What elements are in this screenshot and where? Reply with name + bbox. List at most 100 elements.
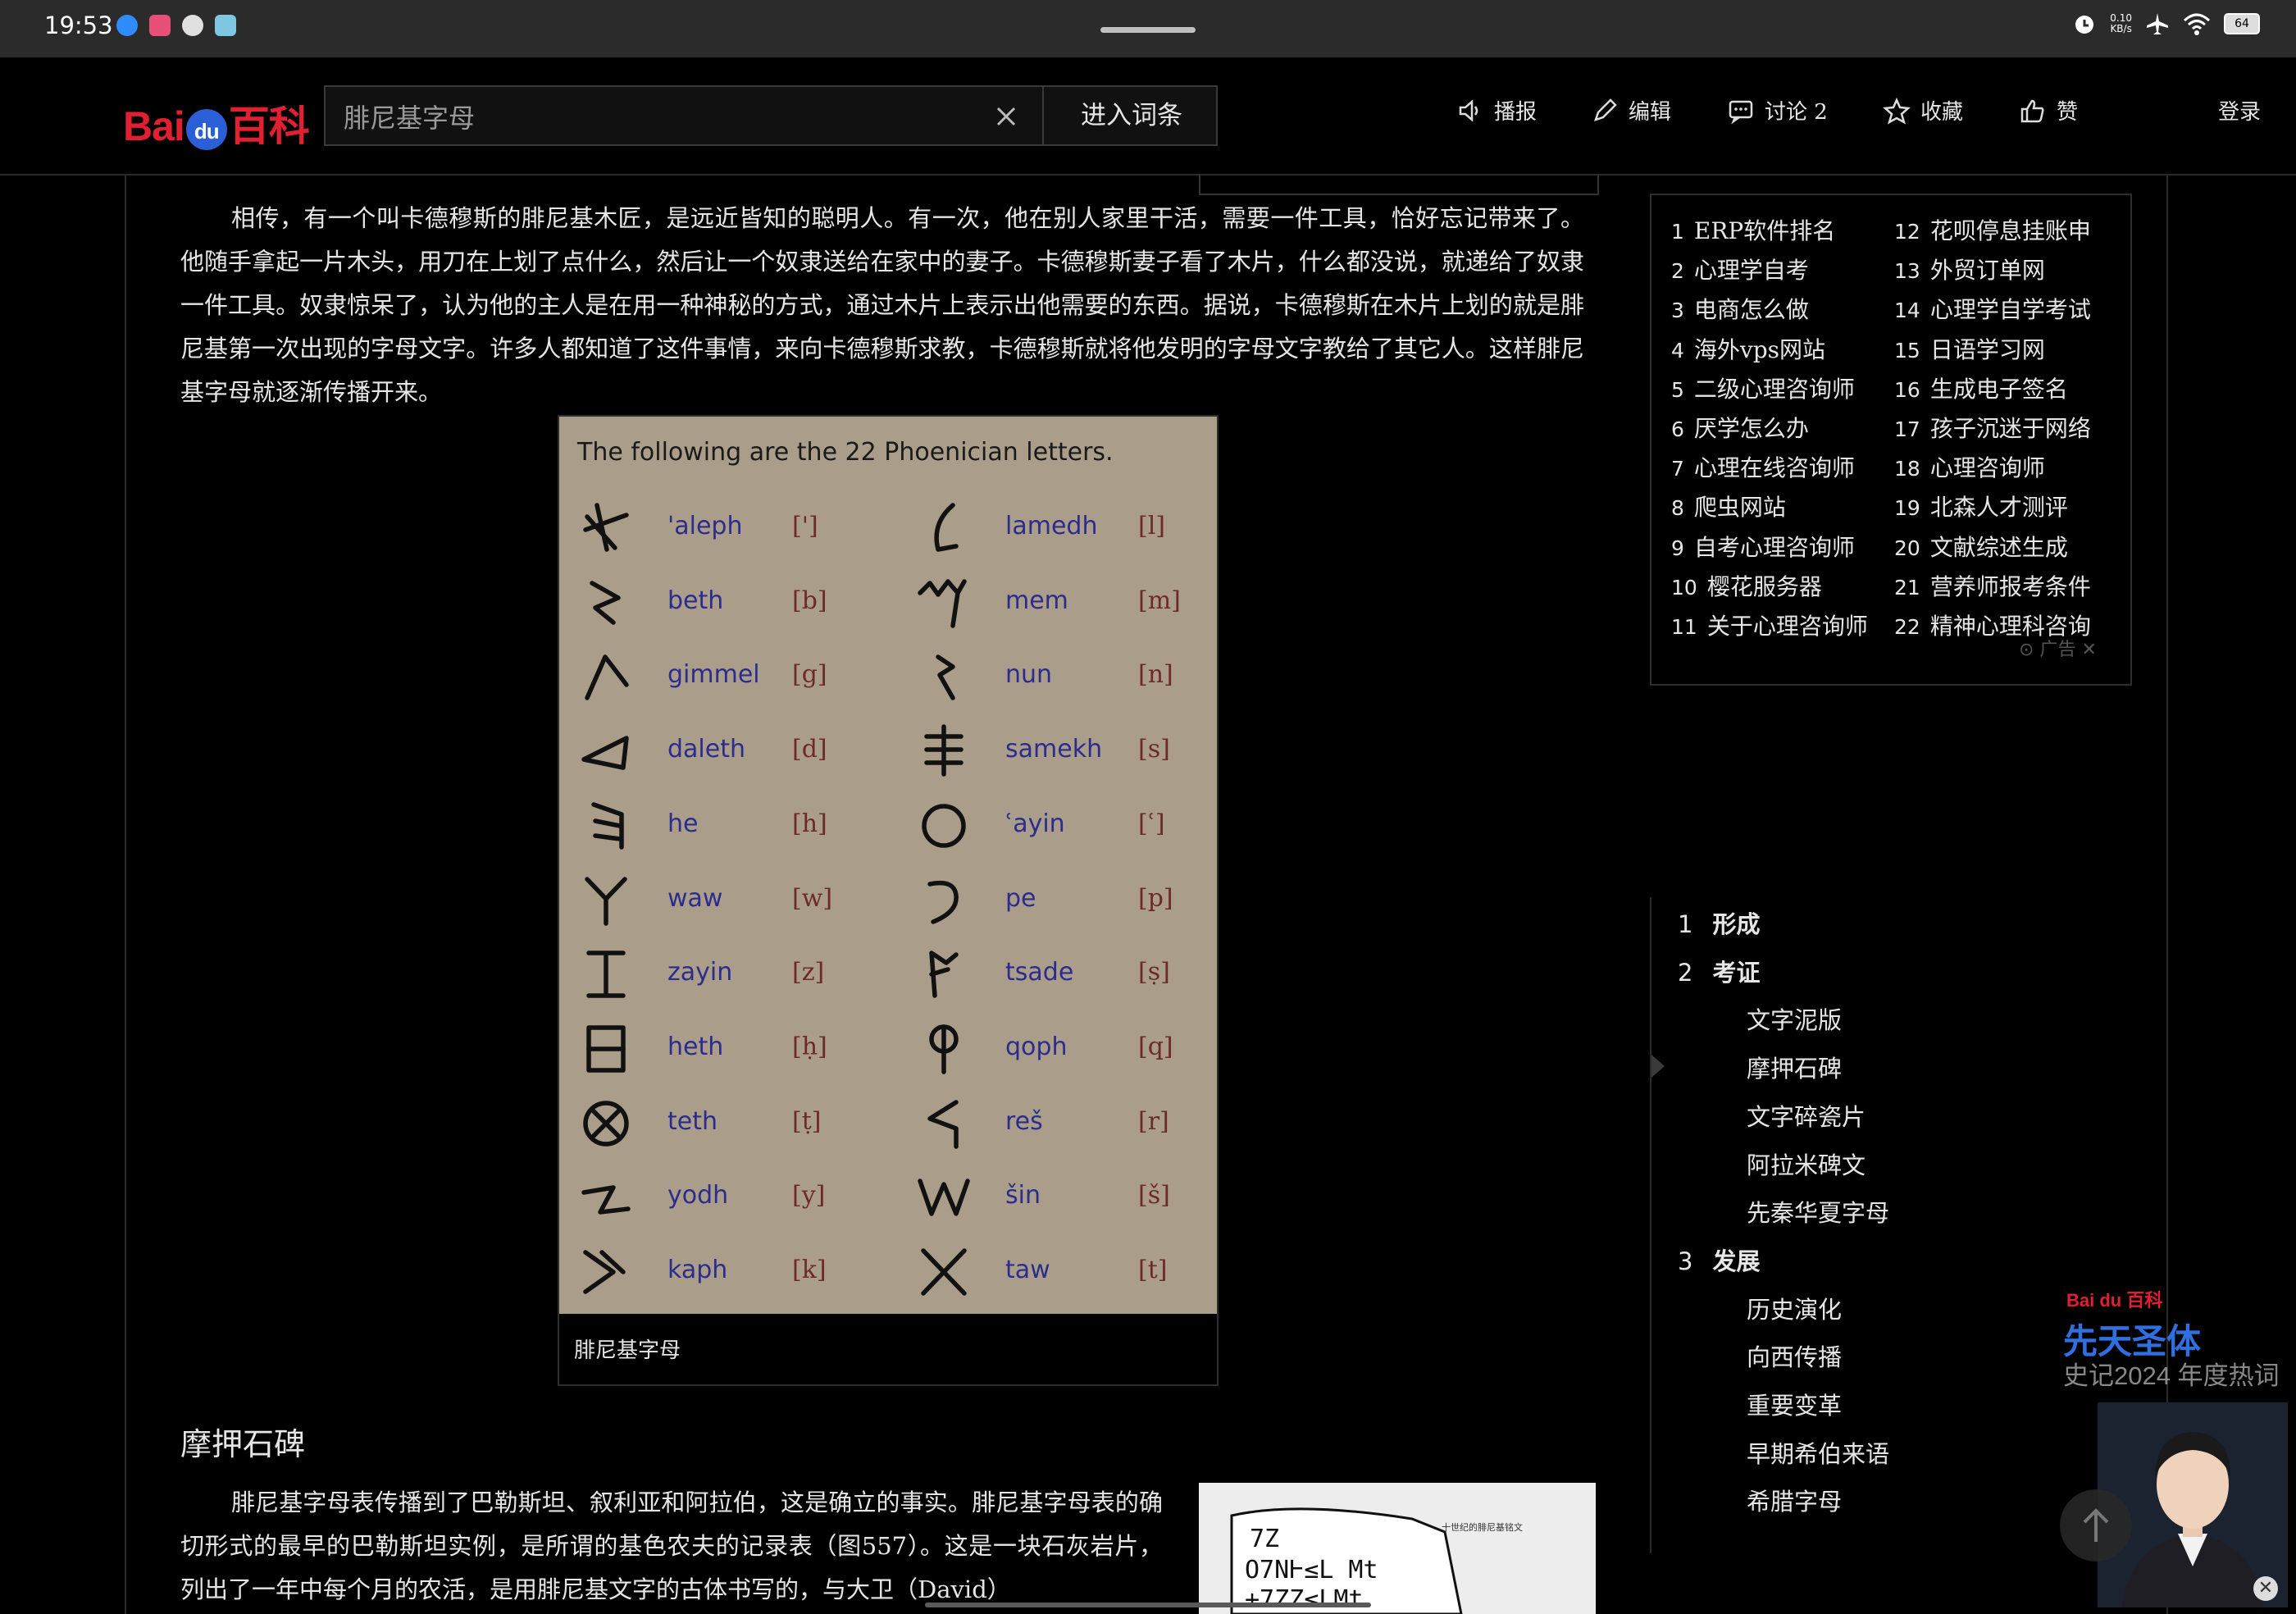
- favorite-button[interactable]: 收藏: [1883, 95, 1963, 125]
- toc-item-label: 历史演化: [1747, 1295, 1843, 1324]
- phoenician-letters-figure[interactable]: The following are the 22 Phoenician lett…: [558, 415, 1219, 1386]
- article-paragraph: 腓尼基字母表传播到了巴勒斯坦、叙利亚和阿拉伯，这是确立的事实。腓尼基字母表的确切…: [180, 1489, 1163, 1603]
- ad-item-text: 心理在线咨询师: [1693, 454, 1855, 482]
- letter-glyph: [924, 724, 963, 777]
- phoenician-letter-lamedh: lamedh [l]: [915, 499, 1202, 556]
- ad-item-number: 18: [1894, 457, 1920, 481]
- letter-sound: [k]: [792, 1256, 827, 1284]
- ad-item-text: 自考心理咨询师: [1693, 533, 1855, 561]
- toc-item-label: 摩押石碑: [1747, 1055, 1843, 1083]
- back-to-top-button[interactable]: [2060, 1489, 2132, 1562]
- toc-item-label: 希腊字母: [1747, 1488, 1843, 1516]
- promo-banner[interactable]: Bai du 百科 先天圣体 史记2024 年度热词: [2058, 1283, 2296, 1614]
- ad-item-number: 17: [1894, 417, 1920, 441]
- gesture-pill[interactable]: [1100, 27, 1196, 33]
- ad-keyword-item[interactable]: 3 电商怎么做: [1671, 292, 1809, 325]
- toc-item[interactable]: 阿拉米碑文: [1747, 1147, 1866, 1181]
- ad-keyword-item[interactable]: 13 外贸订单网: [1894, 253, 2045, 285]
- star-icon: [1883, 97, 1911, 125]
- letter-glyph: [581, 736, 629, 770]
- letter-sound: [w]: [792, 883, 833, 913]
- ad-item-number: 4: [1671, 338, 1684, 362]
- toc-item[interactable]: 重要变革: [1747, 1387, 1842, 1421]
- toc-item-label: 先秦华夏字母: [1747, 1199, 1890, 1228]
- close-promo-button[interactable]: ✕: [2253, 1576, 2278, 1601]
- letter-sound: [ṣ]: [1138, 958, 1170, 987]
- letter-glyph: [922, 804, 966, 848]
- letter-glyph: [591, 802, 624, 850]
- ad-keyword-item[interactable]: 5 二级心理咨询师: [1671, 372, 1855, 404]
- discuss-button[interactable]: 讨论 2: [1727, 95, 1828, 125]
- letter-glyph: [586, 1025, 626, 1073]
- login-link[interactable]: 登录: [2218, 95, 2261, 125]
- toc-item[interactable]: 文字泥版: [1747, 1001, 1842, 1036]
- toc-item[interactable]: 历史演化: [1747, 1291, 1842, 1325]
- ad-keyword-item[interactable]: 6 厌学怎么办: [1671, 411, 1809, 444]
- ad-item-text: ERP软件排名: [1693, 217, 1836, 244]
- toc-item[interactable]: 摩押石碑: [1747, 1050, 1842, 1084]
- toc-item[interactable]: 1 形成: [1678, 905, 1760, 940]
- toc-item[interactable]: 向西传播: [1747, 1338, 1842, 1373]
- toc-item[interactable]: 早期希伯来语: [1747, 1435, 1889, 1470]
- ad-keyword-item[interactable]: 14 心理学自学考试: [1894, 292, 2091, 325]
- ad-keyword-item[interactable]: 21 营养师报考条件: [1894, 569, 2091, 602]
- ad-keyword-item[interactable]: 11 关于心理咨询师: [1671, 609, 1868, 641]
- scroll-indicator: [925, 1603, 1371, 1607]
- ad-item-number: 9: [1671, 536, 1684, 560]
- ad-item-text: 日语学习网: [1929, 335, 2045, 363]
- edit-button[interactable]: 编辑: [1591, 95, 1671, 125]
- ad-keyword-item[interactable]: 8 爬虫网站: [1671, 490, 1786, 522]
- ad-keyword-item[interactable]: 18 心理咨询师: [1894, 450, 2045, 483]
- letter-name: reš: [1005, 1106, 1043, 1136]
- ad-keyword-item[interactable]: 2 心理学自考: [1671, 253, 1809, 285]
- baidu-baike-logo[interactable]: Bai du 百科: [123, 93, 310, 153]
- toc-item[interactable]: 希腊字母: [1747, 1483, 1842, 1517]
- letter-name: heth: [667, 1032, 724, 1061]
- phoenician-letters-image[interactable]: The following are the 22 Phoenician lett…: [559, 417, 1217, 1314]
- edit-label: 编辑: [1629, 100, 1672, 125]
- like-button[interactable]: 赞: [2019, 95, 2078, 125]
- ad-keyword-item[interactable]: 15 日语学习网: [1894, 332, 2045, 365]
- ad-keyword-item[interactable]: 7 心理在线咨询师: [1671, 450, 1855, 483]
- ad-keyword-item[interactable]: 19 北森人才测评: [1894, 490, 2068, 522]
- letter-glyph: [590, 580, 621, 625]
- ad-item-number: 11: [1671, 615, 1697, 639]
- phoenician-letter-tsade: tsade [ṣ]: [915, 945, 1202, 1002]
- toc-item[interactable]: 先秦华夏字母: [1747, 1194, 1889, 1229]
- letter-sound: [l]: [1138, 512, 1166, 540]
- ad-item-text: 孩子沉迷于网络: [1929, 415, 2091, 442]
- phoenician-letter-he: he [h]: [577, 796, 864, 854]
- ad-item-text: 外贸订单网: [1929, 257, 2045, 285]
- wechat-icon: [182, 15, 203, 36]
- letter-sound: [d]: [792, 735, 827, 764]
- ad-keyword-item[interactable]: 1 ERP软件排名: [1671, 213, 1835, 246]
- broadcast-button[interactable]: 播报: [1456, 95, 1537, 125]
- toc-collapse-arrow[interactable]: [1651, 1055, 1665, 1078]
- ad-item-number: 22: [1894, 615, 1920, 639]
- phoenician-letter-samekh: samekh [s]: [915, 722, 1202, 779]
- letter-sound: [m]: [1138, 586, 1181, 615]
- ad-keyword-item[interactable]: 17 孩子沉迷于网络: [1894, 411, 2091, 444]
- inscription-image[interactable]: 公元前十一、十世纪的腓尼基铭文 7Z O7NⱵ≤L Mt +7ZZ≤LMt: [1199, 1483, 1596, 1614]
- toc-item[interactable]: 3 发展: [1678, 1242, 1760, 1277]
- ad-keyword-item[interactable]: 12 花呗停息挂账申: [1894, 213, 2091, 246]
- ad-keyword-item[interactable]: 20 文献综述生成: [1894, 530, 2068, 563]
- letter-sound: [b]: [792, 586, 827, 615]
- toc-item[interactable]: 2 考证: [1678, 954, 1760, 988]
- toc-rail: [1650, 897, 1651, 1553]
- close-icon[interactable]: [991, 102, 1021, 131]
- enter-entry-button[interactable]: 进入词条: [1042, 87, 1219, 144]
- ad-keyword-item[interactable]: 10 樱花服务器: [1671, 569, 1822, 602]
- ad-keyword-item[interactable]: 16 生成电子签名: [1894, 372, 2068, 404]
- toc-item[interactable]: 文字碎瓷片: [1747, 1098, 1866, 1133]
- ad-keyword-item[interactable]: 22 精神心理科咨询: [1894, 609, 2091, 641]
- letter-glyph: [934, 503, 959, 552]
- phoenician-letter-heth: heth [ḥ]: [577, 1019, 864, 1077]
- letter-glyph: [927, 880, 959, 924]
- ad-item-number: 19: [1894, 496, 1920, 521]
- inscription-glyphs: +7ZZ≤LMt: [1245, 1585, 1364, 1614]
- ad-keyword-item[interactable]: 4 海外vps网站: [1671, 332, 1825, 365]
- ad-keyword-item[interactable]: 9 自考心理咨询师: [1671, 530, 1855, 563]
- ad-item-number: 14: [1894, 299, 1920, 323]
- ad-item-number: 20: [1894, 536, 1920, 560]
